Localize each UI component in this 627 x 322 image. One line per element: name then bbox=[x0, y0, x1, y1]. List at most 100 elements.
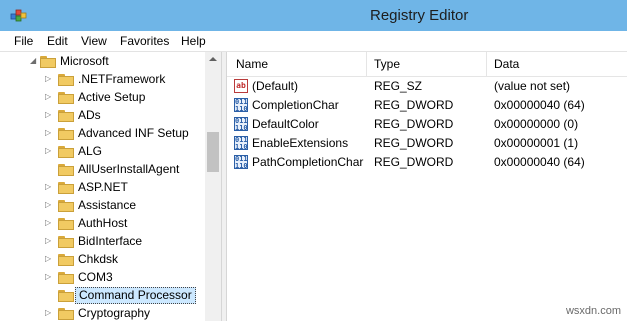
folder-icon bbox=[58, 253, 74, 266]
value-data: 0x00000001 (1) bbox=[494, 136, 579, 150]
folder-icon bbox=[58, 127, 74, 140]
expand-arrow-icon[interactable]: ▷ bbox=[45, 201, 53, 209]
scrollbar-thumb[interactable] bbox=[207, 132, 219, 172]
expand-arrow-icon[interactable]: ▷ bbox=[45, 273, 53, 281]
tree-node-cryptography[interactable]: ▷ Cryptography bbox=[0, 304, 205, 322]
title-bar: Registry Editor bbox=[0, 0, 627, 31]
tree-node-label: Active Setup bbox=[78, 90, 146, 104]
tree-node-alluserinstallagent[interactable]: AllUserInstallAgent bbox=[0, 160, 205, 178]
selected-tree-node-label: Command Processor bbox=[75, 287, 196, 304]
tree-node-chkdsk[interactable]: ▷ Chkdsk bbox=[0, 250, 205, 268]
menu-view[interactable]: View bbox=[81, 34, 107, 48]
folder-icon bbox=[58, 217, 74, 230]
list-row[interactable]: 011 110 CompletionChar REG_DWORD 0x000000… bbox=[227, 96, 627, 115]
value-data: 0x00000040 (64) bbox=[494, 155, 585, 169]
list-row[interactable]: 011 110 PathCompletionChar REG_DWORD 0x00… bbox=[227, 153, 627, 172]
window-title: Registry Editor bbox=[370, 7, 469, 24]
expand-arrow-icon[interactable]: ▷ bbox=[45, 147, 53, 155]
tree-node-command-processor[interactable]: Command Processor bbox=[0, 286, 205, 304]
list-row[interactable]: 011 110 DefaultColor REG_DWORD 0x00000000… bbox=[227, 115, 627, 134]
expand-arrow-icon[interactable]: ▷ bbox=[45, 111, 53, 119]
tree-node-label: ASP.NET bbox=[78, 180, 128, 194]
menu-file[interactable]: File bbox=[14, 34, 33, 48]
dword-value-icon: 011 110 bbox=[234, 98, 248, 113]
tree-node-label: Microsoft bbox=[60, 54, 109, 68]
folder-icon bbox=[58, 199, 74, 212]
value-data: (value not set) bbox=[494, 79, 571, 93]
tree-node-label: ALG bbox=[78, 144, 103, 158]
folder-icon bbox=[58, 163, 74, 176]
expand-arrow-icon[interactable]: ▷ bbox=[45, 255, 53, 263]
value-name: (Default) bbox=[252, 79, 299, 93]
menu-edit[interactable]: Edit bbox=[47, 34, 68, 48]
list-row[interactable]: 011 110 EnableExtensions REG_DWORD 0x0000… bbox=[227, 134, 627, 153]
string-value-icon: ab bbox=[234, 79, 248, 93]
folder-icon bbox=[58, 235, 74, 248]
folder-icon bbox=[58, 181, 74, 194]
value-data: 0x00000000 (0) bbox=[494, 117, 579, 131]
value-type: REG_DWORD bbox=[374, 136, 454, 150]
tree-node-label: AuthHost bbox=[78, 216, 128, 230]
value-type: REG_DWORD bbox=[374, 98, 454, 112]
tree-node-authhost[interactable]: ▷ AuthHost bbox=[0, 214, 205, 232]
tree-node-bidinterface[interactable]: ▷ BidInterface bbox=[0, 232, 205, 250]
tree-node-assistance[interactable]: ▷ Assistance bbox=[0, 196, 205, 214]
folder-icon bbox=[58, 109, 74, 122]
tree-node-label: BidInterface bbox=[78, 234, 143, 248]
folder-icon bbox=[58, 289, 74, 302]
tree-node-label: ADs bbox=[78, 108, 101, 122]
folder-icon bbox=[58, 91, 74, 104]
tree-node-advanced-inf-setup[interactable]: ▷ Advanced INF Setup bbox=[0, 124, 205, 142]
tree-node-label: Assistance bbox=[78, 198, 137, 212]
column-divider[interactable] bbox=[366, 52, 367, 76]
column-divider[interactable] bbox=[486, 52, 487, 76]
expand-arrow-icon[interactable]: ▷ bbox=[45, 75, 53, 83]
tree-node-label: AllUserInstallAgent bbox=[78, 162, 180, 176]
list-row[interactable]: ab (Default) REG_SZ (value not set) bbox=[227, 77, 627, 96]
watermark: wsxdn.com bbox=[565, 305, 621, 317]
menu-favorites[interactable]: Favorites bbox=[120, 34, 169, 48]
tree-node-label: COM3 bbox=[78, 270, 113, 284]
value-type: REG_DWORD bbox=[374, 117, 454, 131]
expand-arrow-icon[interactable]: ▷ bbox=[45, 309, 53, 317]
menu-bar: File Edit View Favorites Help bbox=[0, 31, 627, 52]
values-list[interactable]: Name Type Data ab (Default) REG_SZ (valu… bbox=[227, 52, 627, 321]
expand-arrow-icon[interactable]: ▷ bbox=[45, 93, 53, 101]
folder-open-icon bbox=[40, 55, 56, 68]
key-tree[interactable]: ◢ Microsoft ▷ .NETFramework ▷ Active Set… bbox=[0, 52, 221, 321]
expand-arrow-icon[interactable]: ▷ bbox=[45, 219, 53, 227]
column-header-name[interactable]: Name bbox=[236, 57, 268, 71]
tree-node-com3[interactable]: ▷ COM3 bbox=[0, 268, 205, 286]
expand-arrow-icon[interactable]: ▷ bbox=[45, 129, 53, 137]
tree-node-label: Chkdsk bbox=[78, 252, 119, 266]
list-header: Name Type Data bbox=[227, 52, 627, 77]
tree-node-alg[interactable]: ▷ ALG bbox=[0, 142, 205, 160]
tree-node-asp-net[interactable]: ▷ ASP.NET bbox=[0, 178, 205, 196]
expand-arrow-icon[interactable]: ▷ bbox=[45, 183, 53, 191]
tree-vertical-scrollbar[interactable] bbox=[205, 52, 221, 321]
dword-value-icon: 011 110 bbox=[234, 155, 248, 170]
tree-node-microsoft[interactable]: ◢ Microsoft bbox=[0, 52, 205, 70]
tree-node-label: Advanced INF Setup bbox=[78, 126, 189, 140]
folder-icon bbox=[58, 307, 74, 320]
menu-help[interactable]: Help bbox=[181, 34, 206, 48]
scroll-up-arrow-icon[interactable] bbox=[209, 57, 217, 61]
value-data: 0x00000040 (64) bbox=[494, 98, 585, 112]
expand-arrow-icon[interactable]: ▷ bbox=[45, 237, 53, 245]
collapse-arrow-icon[interactable]: ◢ bbox=[30, 57, 38, 65]
column-header-data[interactable]: Data bbox=[494, 57, 519, 71]
tree-node-label: .NETFramework bbox=[78, 72, 166, 86]
tree-node-label: Cryptography bbox=[78, 306, 151, 320]
value-name: DefaultColor bbox=[252, 117, 319, 131]
folder-icon bbox=[58, 73, 74, 86]
dword-value-icon: 011 110 bbox=[234, 136, 248, 151]
folder-icon bbox=[58, 145, 74, 158]
value-name: EnableExtensions bbox=[252, 136, 349, 150]
value-name: PathCompletionChar bbox=[252, 155, 364, 169]
value-name: CompletionChar bbox=[252, 98, 339, 112]
tree-node-ads[interactable]: ▷ ADs bbox=[0, 106, 205, 124]
column-header-type[interactable]: Type bbox=[374, 57, 400, 71]
value-type: REG_SZ bbox=[374, 79, 423, 93]
tree-node-active-setup[interactable]: ▷ Active Setup bbox=[0, 88, 205, 106]
tree-node-netframework[interactable]: ▷ .NETFramework bbox=[0, 70, 205, 88]
